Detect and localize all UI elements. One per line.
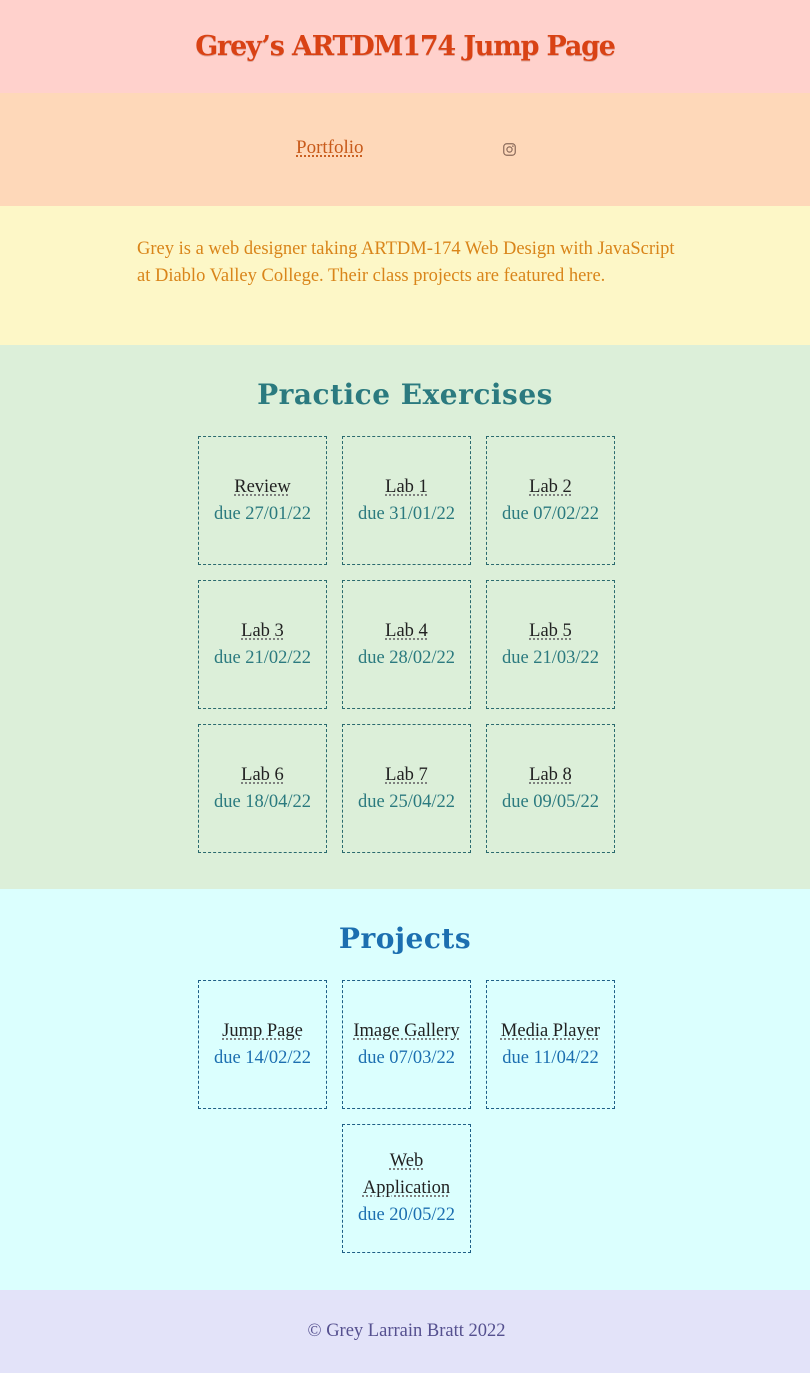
nav-bar: Portfolio — [0, 93, 810, 206]
copyright-text: © Grey Larrain Bratt 2022 — [307, 1321, 506, 1341]
about-text: Grey is a web designer taking ARTDM-174 … — [137, 239, 675, 286]
practice-card-due: due 25/04/22 — [357, 791, 456, 812]
practice-card[interactable]: Review due 27/01/22 — [198, 436, 327, 565]
project-card[interactable]: Web Application due 20/05/22 — [342, 1124, 471, 1253]
project-card-due: due 20/05/22 — [357, 1205, 456, 1225]
practice-card[interactable]: Lab 3 due 21/02/22 — [198, 580, 327, 709]
practice-card-due: due 18/04/22 — [213, 791, 312, 812]
projects-section: Projects Jump Page due 14/02/22 Image Ga… — [0, 889, 810, 1290]
practice-card-link[interactable]: Lab 7 — [379, 762, 434, 789]
practice-card-link[interactable]: Review — [228, 474, 297, 501]
practice-card-link[interactable]: Lab 2 — [523, 474, 578, 501]
instagram-icon[interactable] — [503, 141, 516, 156]
practice-card[interactable]: Lab 8 due 09/05/22 — [486, 724, 615, 853]
practice-card-link[interactable]: Lab 4 — [379, 618, 434, 645]
practice-card-link[interactable]: Lab 1 — [379, 474, 434, 501]
practice-card-due: due 09/05/22 — [501, 791, 600, 812]
project-card[interactable]: Media Player due 11/04/22 — [486, 980, 615, 1109]
practice-card-link[interactable]: Lab 3 — [235, 618, 290, 645]
project-card-due: due 11/04/22 — [502, 1047, 599, 1068]
practice-card[interactable]: Lab 6 due 18/04/22 — [198, 724, 327, 853]
practice-card[interactable]: Lab 2 due 07/02/22 — [486, 436, 615, 565]
project-card-due: due 07/03/22 — [357, 1047, 456, 1068]
practice-card[interactable]: Lab 5 due 21/03/22 — [486, 580, 615, 709]
practice-card[interactable]: Lab 4 due 28/02/22 — [342, 580, 471, 709]
practice-card-link[interactable]: Lab 5 — [523, 618, 578, 645]
practice-card-link[interactable]: Lab 6 — [235, 762, 290, 789]
practice-card[interactable]: Lab 7 due 25/04/22 — [342, 724, 471, 853]
page-header: Grey’s ARTDM174 Jump Page — [0, 0, 810, 93]
practice-card[interactable]: Lab 1 due 31/01/22 — [342, 436, 471, 565]
project-card[interactable]: Jump Page due 14/02/22 — [198, 980, 327, 1109]
about-section: Grey is a web designer taking ARTDM-174 … — [0, 206, 810, 345]
practice-card-due: due 31/01/22 — [357, 503, 456, 524]
practice-title: Practice Exercises — [257, 378, 553, 411]
page-footer: © Grey Larrain Bratt 2022 — [0, 1290, 810, 1373]
project-card-link[interactable]: Image Gallery — [347, 1018, 465, 1045]
portfolio-link[interactable]: Portfolio — [296, 137, 364, 159]
practice-card-due: due 07/02/22 — [501, 503, 600, 524]
project-card-link[interactable]: Web Application — [351, 1148, 463, 1202]
practice-card-due: due 21/02/22 — [213, 647, 312, 668]
practice-section: Practice Exercises Review due 27/01/22 L… — [0, 345, 810, 889]
project-card-link[interactable]: Jump Page — [216, 1018, 309, 1045]
page-title: Grey’s ARTDM174 Jump Page — [195, 31, 616, 62]
practice-card-due: due 21/03/22 — [501, 647, 600, 668]
projects-title: Projects — [338, 922, 472, 955]
project-card-link[interactable]: Media Player — [495, 1018, 606, 1045]
project-card[interactable]: Image Gallery due 07/03/22 — [342, 980, 471, 1109]
project-card-due: due 14/02/22 — [213, 1047, 312, 1068]
practice-card-due: due 27/01/22 — [213, 503, 312, 524]
practice-card-link[interactable]: Lab 8 — [523, 762, 578, 789]
practice-card-due: due 28/02/22 — [357, 647, 456, 668]
